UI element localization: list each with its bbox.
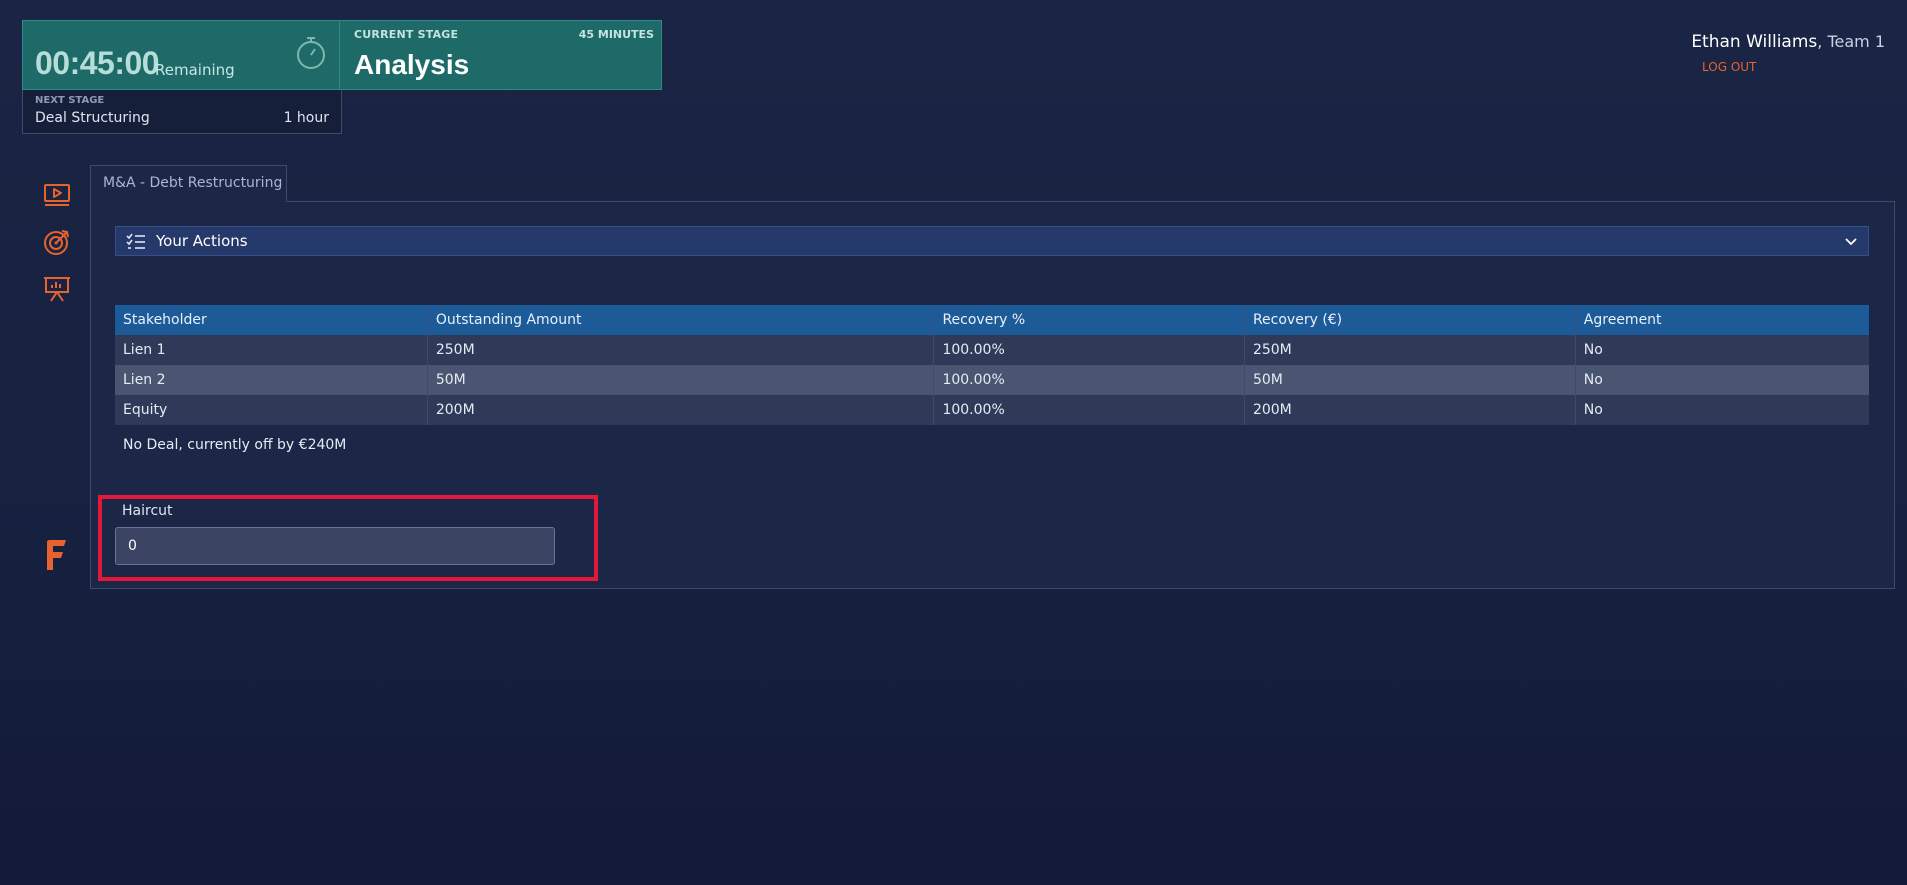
brand-logo-icon: [47, 540, 66, 570]
column-header-agreement: Agreement: [1575, 305, 1869, 335]
table-cell: Lien 2: [115, 365, 428, 395]
table-cell: No: [1575, 335, 1869, 365]
table-cell: 200M: [1244, 395, 1576, 425]
target-icon[interactable]: [43, 228, 71, 256]
table-header-row: Stakeholder Outstanding Amount Recovery …: [115, 305, 1869, 335]
your-actions-accordion[interactable]: Your Actions: [115, 226, 1869, 256]
chevron-down-icon[interactable]: [1844, 235, 1858, 249]
table-row: Lien 2 50M 100.00% 50M No: [115, 365, 1869, 395]
column-header-recovery-euro: Recovery (€): [1244, 305, 1576, 335]
timer-panel: 00:45:00 Remaining: [22, 20, 340, 90]
user-name: Ethan Williams: [1691, 32, 1818, 52]
next-stage-duration: 1 hour: [283, 110, 329, 126]
table-cell: 100.00%: [933, 395, 1245, 425]
logout-link[interactable]: LOG OUT: [1702, 60, 1756, 74]
table-row: Equity 200M 100.00% 200M No: [115, 395, 1869, 425]
video-play-icon[interactable]: [43, 181, 71, 209]
checklist-icon: [126, 233, 145, 249]
table-cell: Equity: [115, 395, 428, 425]
deal-status-text: No Deal, currently off by €240M: [123, 437, 347, 453]
stopwatch-icon: [297, 37, 325, 69]
current-stage-label: CURRENT STAGE: [354, 28, 459, 41]
table-cell: No: [1575, 395, 1869, 425]
table-cell: No: [1575, 365, 1869, 395]
table-row: Lien 1 250M 100.00% 250M No: [115, 335, 1869, 365]
current-stage-duration: 45 MINUTES: [578, 28, 654, 41]
timer-value: 00:45:00: [35, 45, 160, 81]
table-cell: 250M: [427, 335, 935, 365]
table-cell: 100.00%: [933, 335, 1245, 365]
table-cell: Lien 1: [115, 335, 428, 365]
main-panel: Your Actions Stakeholder Outstanding Amo…: [90, 201, 1895, 589]
column-header-outstanding-amount: Outstanding Amount: [427, 305, 935, 335]
next-stage-label: NEXT STAGE: [35, 95, 105, 106]
table-cell: 200M: [427, 395, 935, 425]
user-team: , Team 1: [1817, 32, 1885, 51]
current-stage-panel: CURRENT STAGE 45 MINUTES Analysis: [340, 20, 662, 90]
haircut-label: Haircut: [122, 503, 173, 519]
haircut-input[interactable]: [115, 527, 555, 565]
timer-remaining-label: Remaining: [155, 61, 235, 79]
user-info: Ethan Williams, Team 1: [1691, 32, 1885, 52]
table-cell: 50M: [1244, 365, 1576, 395]
table-cell: 50M: [427, 365, 935, 395]
table-cell: 100.00%: [933, 365, 1245, 395]
next-stage-name: Deal Structuring: [35, 110, 150, 126]
column-header-stakeholder: Stakeholder: [115, 305, 428, 335]
presentation-chart-icon[interactable]: [43, 275, 71, 303]
tab-debt-restructuring[interactable]: M&A - Debt Restructuring: [90, 165, 287, 202]
stakeholder-table: Stakeholder Outstanding Amount Recovery …: [115, 305, 1869, 425]
current-stage-name: Analysis: [354, 49, 470, 80]
table-cell: 250M: [1244, 335, 1576, 365]
next-stage-panel: NEXT STAGE Deal Structuring 1 hour: [22, 90, 342, 134]
column-header-recovery-percent: Recovery %: [933, 305, 1245, 335]
your-actions-label: Your Actions: [156, 232, 248, 250]
